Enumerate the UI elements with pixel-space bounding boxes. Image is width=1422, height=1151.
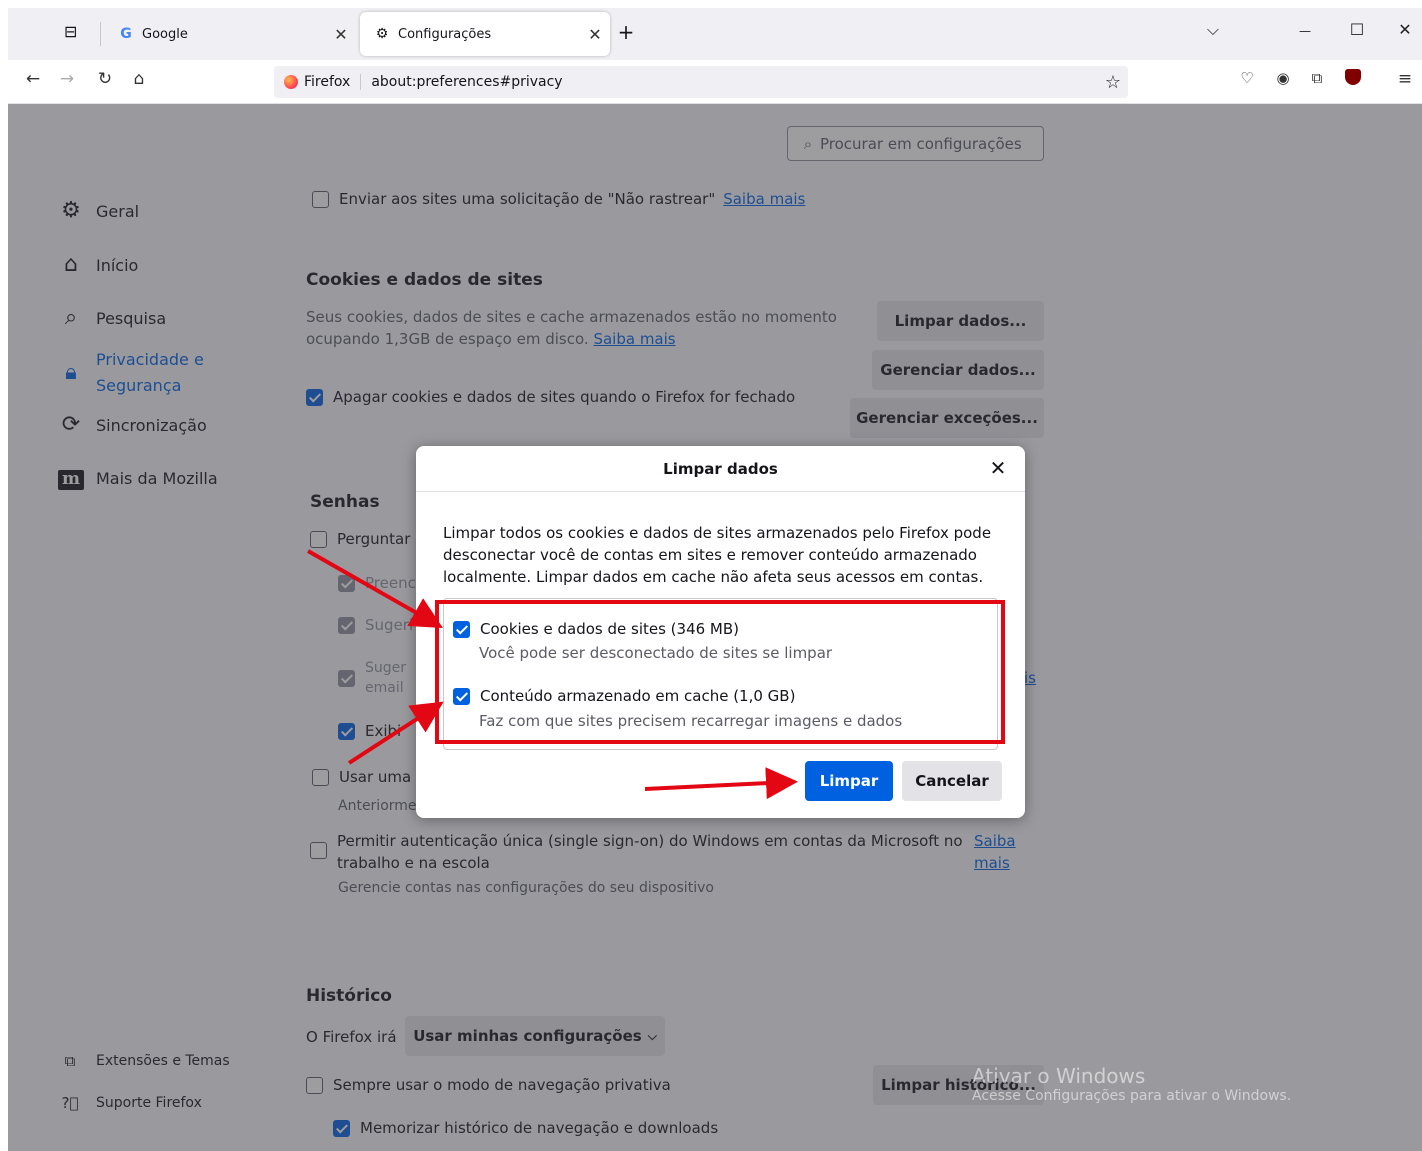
annotation-arrows [307, 549, 798, 800]
annotation-arrow-clear [644, 767, 798, 800]
watermark-subtitle: Acesse Configurações para ativar o Windo… [972, 1088, 1292, 1104]
annotation-arrow-cookies [307, 549, 443, 628]
watermark-title: Ativar o Windows [972, 1064, 1146, 1088]
annotation-arrow-cache [347, 701, 444, 765]
windows-activation-watermark: Ativar o Windows Acesse Configurações pa… [972, 1064, 1291, 1104]
